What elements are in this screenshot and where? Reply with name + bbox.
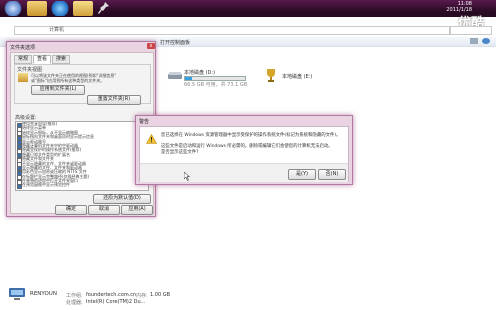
- warning-line-3: 是否显示这些文件?: [161, 150, 199, 155]
- warning-dialog: 警告 您已选择在 Windows 资源管理器中显示受保护的操作系统文件(标记为系…: [135, 115, 353, 185]
- folder-taskbar-icon[interactable]: [73, 1, 93, 16]
- dialog-title: 文件夹选项: [10, 45, 36, 51]
- memory-label: 内存:: [136, 293, 148, 299]
- dialog-footer: 是(Y) 否(N): [140, 163, 348, 182]
- close-button[interactable]: x: [147, 43, 155, 49]
- advanced-settings-title: 高级设置:: [15, 115, 37, 121]
- cpu-value: Intel(R) Core(TM)2 Du...: [86, 299, 146, 305]
- no-button[interactable]: 否(N): [318, 169, 346, 180]
- hard-drive-icon: [168, 72, 182, 79]
- ok-button[interactable]: 确定: [55, 205, 87, 215]
- trophy-drive-icon: [267, 69, 275, 82]
- reset-folders-button[interactable]: 重置文件夹(R): [87, 95, 141, 105]
- yes-button[interactable]: 是(Y): [288, 169, 316, 180]
- tab-general[interactable]: 常规: [14, 55, 33, 64]
- dialog-body: 常规 查看 搜索 文件夹视图 可以将该文件夹正在使用的视图(例如"详细信息" 或…: [10, 52, 154, 215]
- dialog-title: 警告: [139, 119, 150, 125]
- help-icon[interactable]: [482, 38, 490, 44]
- drive-name: 本地磁盘 (E:): [282, 74, 313, 80]
- cancel-button[interactable]: 取消: [88, 205, 120, 215]
- tab-view[interactable]: 查看: [33, 55, 52, 64]
- description-line-2: 或"图标")应用到所有这种类型的文件夹。: [31, 78, 105, 83]
- address-bar[interactable]: 计算机: [14, 26, 450, 35]
- domain-value: foundertech.com.cn: [86, 292, 137, 298]
- mouse-cursor-icon: [184, 172, 190, 181]
- drive-info: 66.5 GB 可用，共 73.1 GB: [184, 82, 248, 88]
- warning-icon: [146, 134, 157, 144]
- view-options-icon[interactable]: [470, 38, 478, 44]
- folder-options-dialog: 文件夹选项 x 常规 查看 搜索 文件夹视图 可以将该文件夹正在使用的视图(例如…: [6, 41, 156, 217]
- advanced-settings-list[interactable]: 使用共享向导(推荐) 始终显示菜单 始终显示图标，从不显示缩略图 鼠标指向文件夹和桌面…: [15, 121, 149, 191]
- search-input[interactable]: [450, 26, 492, 35]
- computer-icon: [9, 288, 25, 300]
- dialog-body: 您已选择在 Windows 资源管理器中显示受保护的操作系统文件(标记为系统和隐…: [139, 126, 349, 182]
- apply-button[interactable]: 应用(A): [121, 205, 153, 215]
- explorer-taskbar-icon[interactable]: [27, 1, 47, 16]
- memory-value: 1.00 GB: [150, 292, 171, 298]
- toolbar-item-control-panel[interactable]: 打开控制面板: [160, 39, 190, 46]
- advanced-setting-item[interactable]: 在预览窗格中显示预览控件: [16, 182, 148, 189]
- cpu-label: 处理器:: [66, 300, 83, 306]
- tab-search[interactable]: 搜索: [52, 55, 71, 64]
- advanced-setting-label: 在预览窗格中显示预览控件: [22, 182, 70, 188]
- details-pane: RENYOUN 工作组: foundertech.com.cn 内存: 1.00…: [0, 283, 496, 310]
- pin-taskbar-icon[interactable]: [96, 1, 116, 16]
- taskbar: 11:08 2011/1/18: [0, 0, 496, 17]
- restore-defaults-button[interactable]: 还原为默认值(D): [93, 194, 151, 204]
- domain-label: 工作组:: [66, 293, 83, 299]
- ie-taskbar-icon[interactable]: [50, 1, 70, 16]
- section-title: 文件夹视图: [17, 67, 43, 73]
- start-button[interactable]: [3, 1, 23, 16]
- address-text: 计算机: [49, 27, 65, 33]
- folder-icon: [18, 73, 28, 82]
- apply-to-folders-button[interactable]: 应用到文件夹(L): [31, 85, 85, 95]
- warning-line-1: 您已选择在 Windows 资源管理器中显示受保护的操作系统文件(标记为系统和隐…: [161, 133, 341, 138]
- drive-usage-fill: [185, 77, 193, 80]
- drive-name: 本地磁盘 (D:): [184, 70, 216, 76]
- checkbox[interactable]: [17, 183, 22, 189]
- computer-name: RENYOUN: [30, 291, 57, 297]
